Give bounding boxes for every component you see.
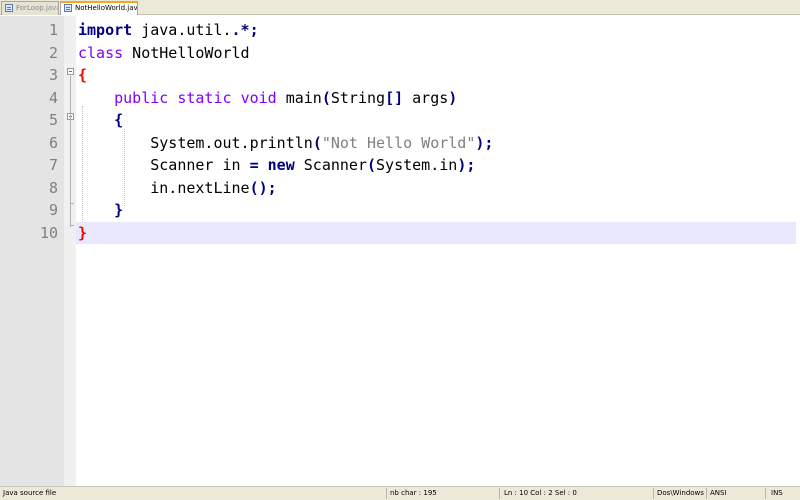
matched-brace: { bbox=[78, 66, 88, 84]
tab-label: ForLoop.java bbox=[16, 4, 59, 12]
code-line: 6 System.out.println("Not Hello World"); bbox=[0, 132, 800, 155]
line-number: 1 bbox=[48, 21, 58, 39]
keyword: new bbox=[267, 156, 295, 174]
code-text[interactable]: in.nextLine(); bbox=[78, 177, 277, 200]
identifier: System.out.println bbox=[150, 133, 313, 152]
line-number: 2 bbox=[48, 43, 58, 62]
line-number: 10 bbox=[39, 223, 58, 242]
brackets: [] bbox=[385, 88, 404, 107]
keyword: void bbox=[240, 88, 277, 107]
tab-bar: ForLoop.java NotHelloWorld.java bbox=[0, 0, 800, 15]
tab-forloop-java[interactable]: ForLoop.java bbox=[1, 1, 59, 15]
code-text[interactable]: class NotHelloWorld bbox=[78, 42, 250, 65]
paren: ) bbox=[448, 88, 458, 107]
keyword: class bbox=[78, 43, 124, 62]
semicolon: ; bbox=[249, 21, 259, 39]
keyword: static bbox=[177, 88, 232, 107]
tab-label: NotHelloWorld.java bbox=[75, 4, 138, 12]
paren: ) bbox=[457, 156, 467, 174]
code-text[interactable]: } bbox=[78, 199, 123, 222]
code-text[interactable]: { bbox=[78, 109, 123, 132]
semicolon: ; bbox=[484, 133, 494, 152]
identifier: main bbox=[285, 88, 322, 107]
status-bar: Java source file nb char : 195 Ln : 10 C… bbox=[0, 486, 800, 500]
line-number: 6 bbox=[48, 133, 58, 152]
line-number: 4 bbox=[48, 88, 58, 107]
operator: .* bbox=[231, 21, 250, 39]
line-number: 7 bbox=[48, 156, 58, 174]
identifier: java.util. bbox=[132, 21, 232, 39]
java-file-icon bbox=[5, 4, 13, 12]
code-line: 2 class NotHelloWorld bbox=[0, 42, 800, 65]
identifier: NotHelloWorld bbox=[123, 43, 250, 62]
status-encoding[interactable]: ANSI bbox=[706, 488, 764, 499]
identifier: args bbox=[403, 88, 449, 107]
status-char-count: nb char : 195 bbox=[386, 488, 498, 499]
identifier: System.in bbox=[376, 156, 458, 174]
line-number: 8 bbox=[48, 178, 58, 197]
paren: ( bbox=[367, 156, 377, 174]
code-line: 1 import java.util..*; bbox=[0, 19, 800, 42]
tab-nothelloworld-java[interactable]: NotHelloWorld.java bbox=[60, 1, 138, 15]
line-number: 5 bbox=[48, 111, 58, 129]
paren: () bbox=[249, 178, 268, 197]
line-number: 9 bbox=[48, 201, 58, 219]
status-cursor-position: Ln : 10 Col : 2 Sel : 0 bbox=[499, 488, 652, 499]
matched-brace: } bbox=[78, 223, 88, 242]
paren: ( bbox=[321, 88, 331, 107]
brace: { bbox=[114, 111, 124, 129]
identifier: String bbox=[330, 88, 386, 107]
status-insert-mode[interactable]: INS bbox=[765, 488, 800, 499]
code-text[interactable]: System.out.println("Not Hello World"); bbox=[78, 132, 493, 155]
code-line: 5 { bbox=[0, 109, 800, 132]
code-text[interactable]: public static void main(String[] args) bbox=[78, 87, 457, 110]
code-text[interactable]: Scanner in = new Scanner(System.in); bbox=[78, 154, 475, 177]
brace: } bbox=[114, 201, 124, 219]
code-line: 9 } bbox=[0, 199, 800, 222]
line-number: 3 bbox=[48, 66, 58, 84]
code-line: 7 Scanner in = new Scanner(System.in); bbox=[0, 154, 800, 177]
code-line: 3 { bbox=[0, 64, 800, 87]
string-literal: "Not Hello World" bbox=[321, 133, 476, 152]
current-line-highlight bbox=[76, 221, 796, 244]
identifier: in.nextLine bbox=[150, 178, 250, 197]
operator: = bbox=[249, 156, 259, 174]
code-line: 4 public static void main(String[] args) bbox=[0, 87, 800, 110]
paren: ( bbox=[312, 133, 322, 152]
identifier: Scanner in bbox=[150, 156, 250, 174]
code-text[interactable]: import java.util..*; bbox=[78, 19, 259, 42]
code-line: 8 in.nextLine(); bbox=[0, 177, 800, 200]
java-file-icon bbox=[64, 4, 72, 12]
keyword: public bbox=[114, 88, 169, 107]
code-line-current: 10 } bbox=[0, 221, 800, 245]
semicolon: ; bbox=[267, 178, 277, 197]
keyword: import bbox=[78, 21, 133, 39]
code-editor[interactable]: 1 import java.util..*; 2 class NotHelloW… bbox=[0, 16, 800, 486]
status-file-type: Java source file bbox=[3, 489, 57, 497]
semicolon: ; bbox=[466, 156, 476, 174]
code-text[interactable]: { bbox=[78, 64, 87, 87]
status-eol-format[interactable]: Dos\Windows bbox=[653, 488, 705, 499]
identifier: Scanner bbox=[294, 156, 367, 174]
code-text[interactable]: } bbox=[78, 222, 87, 245]
